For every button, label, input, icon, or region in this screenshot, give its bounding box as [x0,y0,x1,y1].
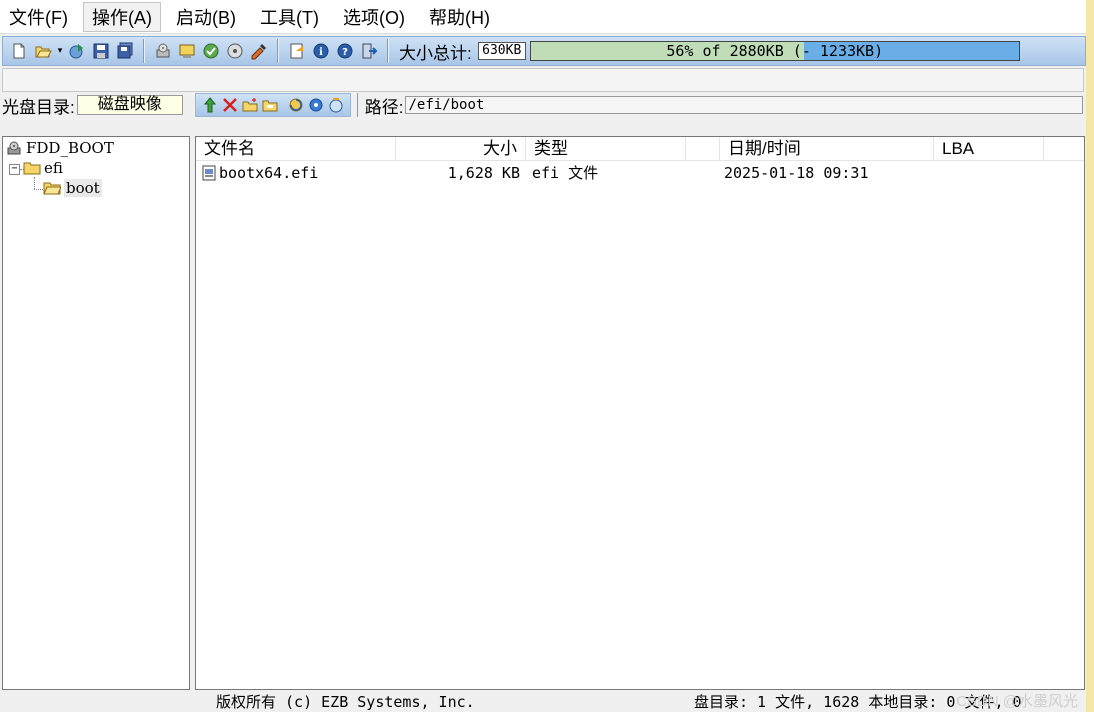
tree-node-boot[interactable]: boot [43,179,102,197]
settings-icon[interactable] [307,96,325,114]
file-size: 1,628 KB [447,164,520,182]
window-edge [1086,0,1094,712]
new-folder-icon[interactable] [241,96,259,114]
file-name: bootx64.efi [219,164,319,182]
status-copyright: 版权所有 (c) EZB Systems, Inc. [216,693,475,711]
up-icon[interactable] [201,96,219,114]
burn-icon[interactable] [152,40,174,62]
menu-tools[interactable]: 工具(T) [251,2,328,32]
open-icon[interactable] [32,40,54,62]
file-list-header: 文件名 大小 类型 日期/时间 LBA [196,137,1084,161]
empty-toolbar-strip [2,68,1084,92]
main-toolbar: ▾ i ? 大小总计: 630KB 56% of 2880KB (- 1233K… [2,36,1086,66]
menu-action[interactable]: 操作(A) [82,1,161,32]
add-icon[interactable] [327,96,345,114]
file-name-cell: bootx64.efi [196,163,396,183]
tree-root-label: FDD_BOOT [26,139,114,157]
tree-node-root[interactable]: FDD_BOOT [5,139,114,157]
size-current-value: 630KB [477,42,526,60]
watermark: CSDN @水墨风光 [956,693,1078,710]
help-icon[interactable]: ? [334,40,356,62]
capacity-progress-bar: 56% of 2880KB (- 1233KB) [529,41,1020,61]
menu-options[interactable]: 选项(O) [334,2,414,32]
check-icon[interactable] [200,40,222,62]
toolbar-disc-group [147,37,275,65]
menu-boot[interactable]: 启动(B) [167,2,245,32]
file-icon [202,165,216,181]
tree-boot-label: boot [64,179,102,197]
menu-file[interactable]: 文件(F) [0,2,77,32]
column-header-spacer [686,137,720,161]
app-window: 文件(F) 操作(A) 启动(B) 工具(T) 选项(O) 帮助(H) ▾ i … [0,0,1094,712]
column-header-size[interactable]: 大小 [396,137,526,161]
path-input[interactable]: /efi/boot [405,96,1084,114]
svg-text:i: i [319,47,323,58]
svg-text:?: ? [342,47,348,58]
capacity-progress-text: 56% of 2880KB (- 1233KB) [666,42,884,60]
tree-connector [34,177,35,189]
extract-icon[interactable] [66,40,88,62]
column-header-date[interactable]: 日期/时间 [720,137,934,161]
info-icon[interactable]: i [310,40,332,62]
file-date: 2025-01-18 09:31 [724,164,869,182]
toolbar-file-group: ▾ [3,37,141,65]
size-total-label: 大小总计: [399,43,472,63]
folder-icon [23,160,41,176]
dropdown-arrow-icon[interactable]: ▾ [56,40,64,62]
tree-efi-label: efi [44,159,63,177]
menu-bar: 文件(F) 操作(A) 启动(B) 工具(T) 选项(O) 帮助(H) [0,0,1086,34]
tree-node-efi[interactable]: efi [23,159,63,177]
toolbar-separator [387,39,389,63]
exit-icon[interactable] [358,40,380,62]
path-bar: 光盘目录: 磁盘映像 路径: /efi/boot [0,92,1086,118]
path-label: 路径: [364,97,404,117]
file-list: 文件名 大小 类型 日期/时间 LBA bootx64.efi 1,628 KB… [195,136,1085,690]
folder-tree: FDD_BOOT − efi boot [2,136,190,690]
path-separator [356,93,359,117]
save-as-icon[interactable] [114,40,136,62]
register-icon[interactable] [286,40,308,62]
toolbar-separator [277,39,279,63]
refresh-icon[interactable] [287,96,305,114]
properties-icon[interactable] [248,40,270,62]
column-header-name[interactable]: 文件名 [196,137,396,161]
disc-dir-value[interactable]: 磁盘映像 [76,95,183,115]
column-header-lba[interactable]: LBA [934,137,1044,161]
new-icon[interactable] [8,40,30,62]
tree-collapse-toggle[interactable]: − [9,164,20,175]
column-header-type[interactable]: 类型 [526,137,686,161]
mount-icon[interactable] [176,40,198,62]
tree-connector [34,189,43,190]
print-icon[interactable] [224,40,246,62]
save-icon[interactable] [90,40,112,62]
file-ops-toolbar [194,93,351,117]
delete-icon[interactable] [221,96,239,114]
file-type: efi 文件 [532,164,599,182]
disc-root-icon [5,140,23,156]
folder-open-icon [43,180,61,196]
rename-icon[interactable] [261,96,279,114]
menu-help[interactable]: 帮助(H) [420,2,499,32]
disc-dir-label: 光盘目录: [2,97,75,117]
status-bar: 版权所有 (c) EZB Systems, Inc. 盘目录: 1 文件, 16… [0,692,1086,712]
toolbar-separator [143,39,145,63]
toolbar-help-group: i ? [281,37,385,65]
file-row[interactable]: bootx64.efi 1,628 KB efi 文件 2025-01-18 0… [196,163,1084,183]
